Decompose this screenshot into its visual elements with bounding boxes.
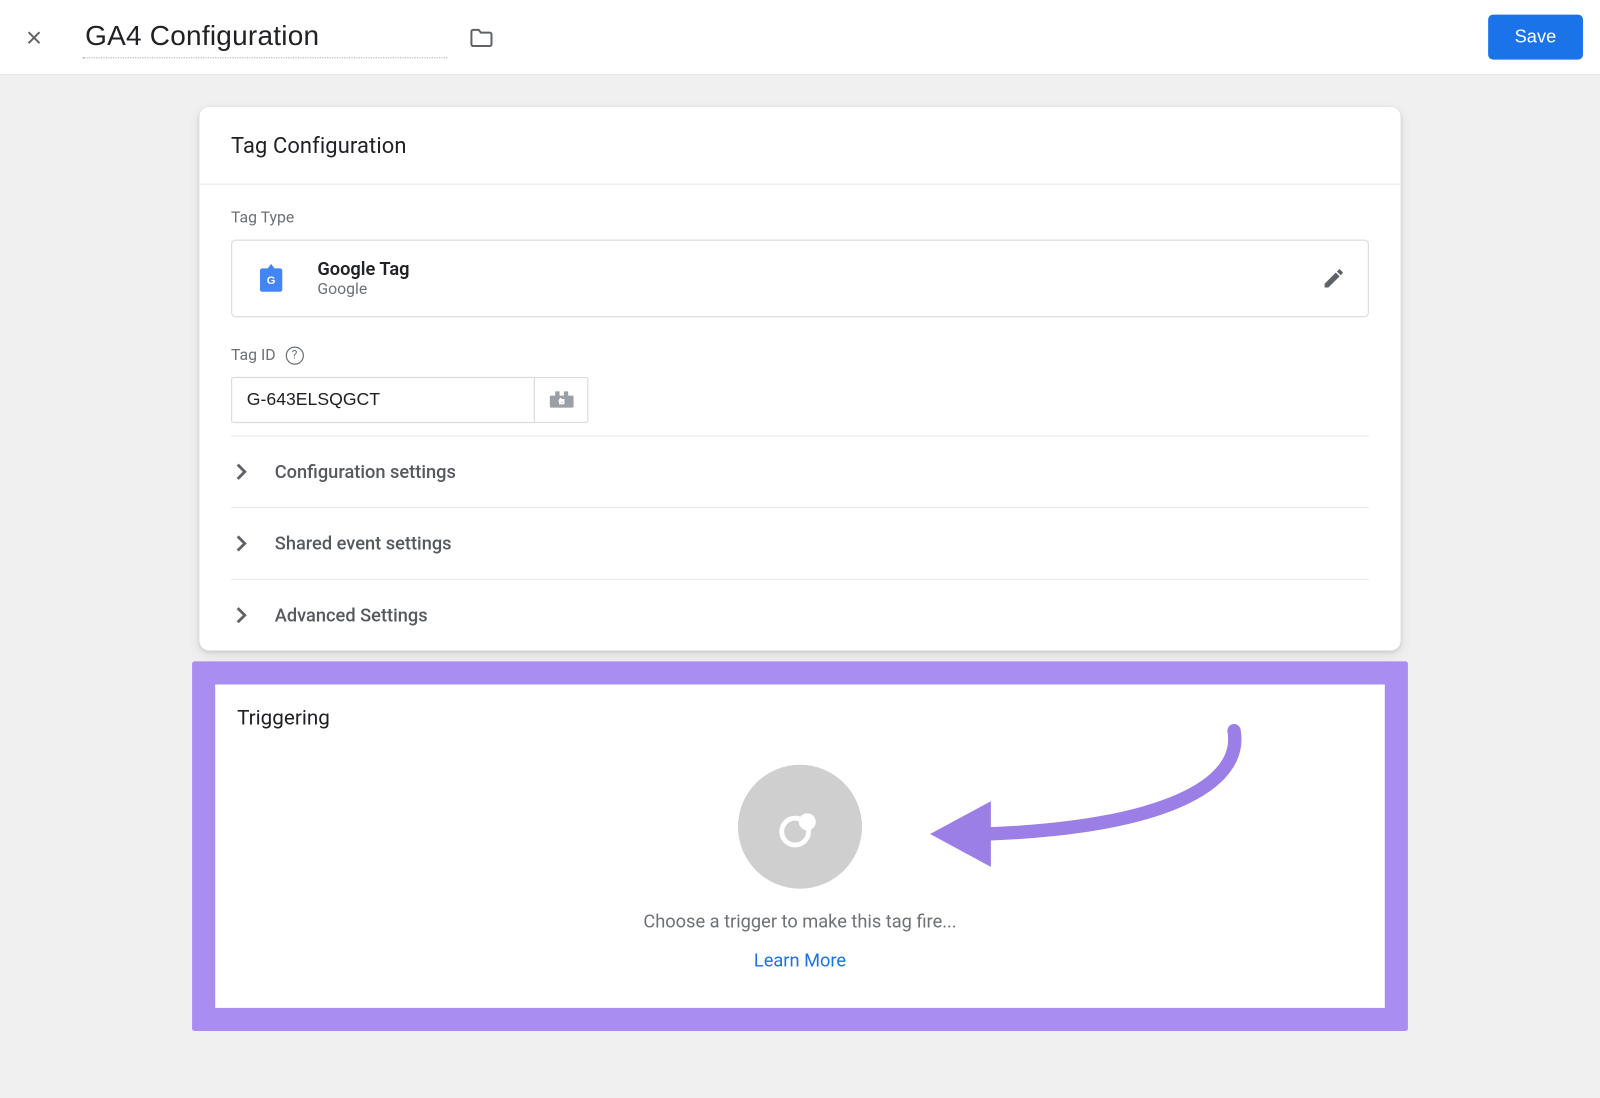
tag-title-input[interactable] [83,16,448,57]
expander-label: Advanced Settings [275,604,428,626]
tag-id-label-row: Tag ID ? [231,347,1369,365]
triggering-card[interactable]: Triggering Choose a trigger to make this… [215,684,1385,1007]
add-trigger-button[interactable] [738,765,862,889]
expander-advanced-settings[interactable]: Advanced Settings [231,579,1369,651]
top-bar: Save [0,0,1600,75]
chevron-right-icon [236,607,248,624]
chevron-right-icon [236,535,248,552]
edit-tag-type-button[interactable] [1319,264,1348,293]
expander-shared-event-settings[interactable]: Shared event settings [231,507,1369,579]
tag-type-name: Google Tag [317,258,1290,280]
folder-button[interactable] [464,20,498,54]
folder-icon [468,24,495,51]
tag-configuration-title: Tag Configuration [199,107,1400,185]
tag-type-label: Tag Type [231,209,1369,227]
triggering-title: Triggering [237,706,1363,730]
google-tag-icon: G [254,261,288,295]
close-button[interactable] [12,15,56,59]
trigger-icon [776,802,825,851]
variable-brick-icon [548,390,575,409]
triggering-empty-text: Choose a trigger to make this tag fire..… [643,911,956,933]
tag-type-vendor: Google [317,281,1290,299]
tag-id-label: Tag ID [231,347,276,365]
close-icon [23,26,45,48]
learn-more-link[interactable]: Learn More [754,950,846,972]
triggering-highlight: Triggering Choose a trigger to make this… [192,661,1408,1031]
pencil-icon [1322,266,1346,290]
tag-type-selector[interactable]: G Google Tag Google [231,240,1369,318]
expander-label: Shared event settings [275,533,452,555]
help-icon[interactable]: ? [285,347,303,365]
svg-text:G: G [267,275,276,287]
tag-configuration-card: Tag Configuration Tag Type G Google Tag … [199,107,1400,650]
insert-variable-button[interactable] [535,377,588,423]
annotation-arrow [918,719,1258,877]
tag-id-input[interactable] [231,377,535,423]
expander-configuration-settings[interactable]: Configuration settings [231,435,1369,507]
chevron-right-icon [236,463,248,480]
expander-label: Configuration settings [275,461,456,483]
save-button[interactable]: Save [1488,15,1583,60]
